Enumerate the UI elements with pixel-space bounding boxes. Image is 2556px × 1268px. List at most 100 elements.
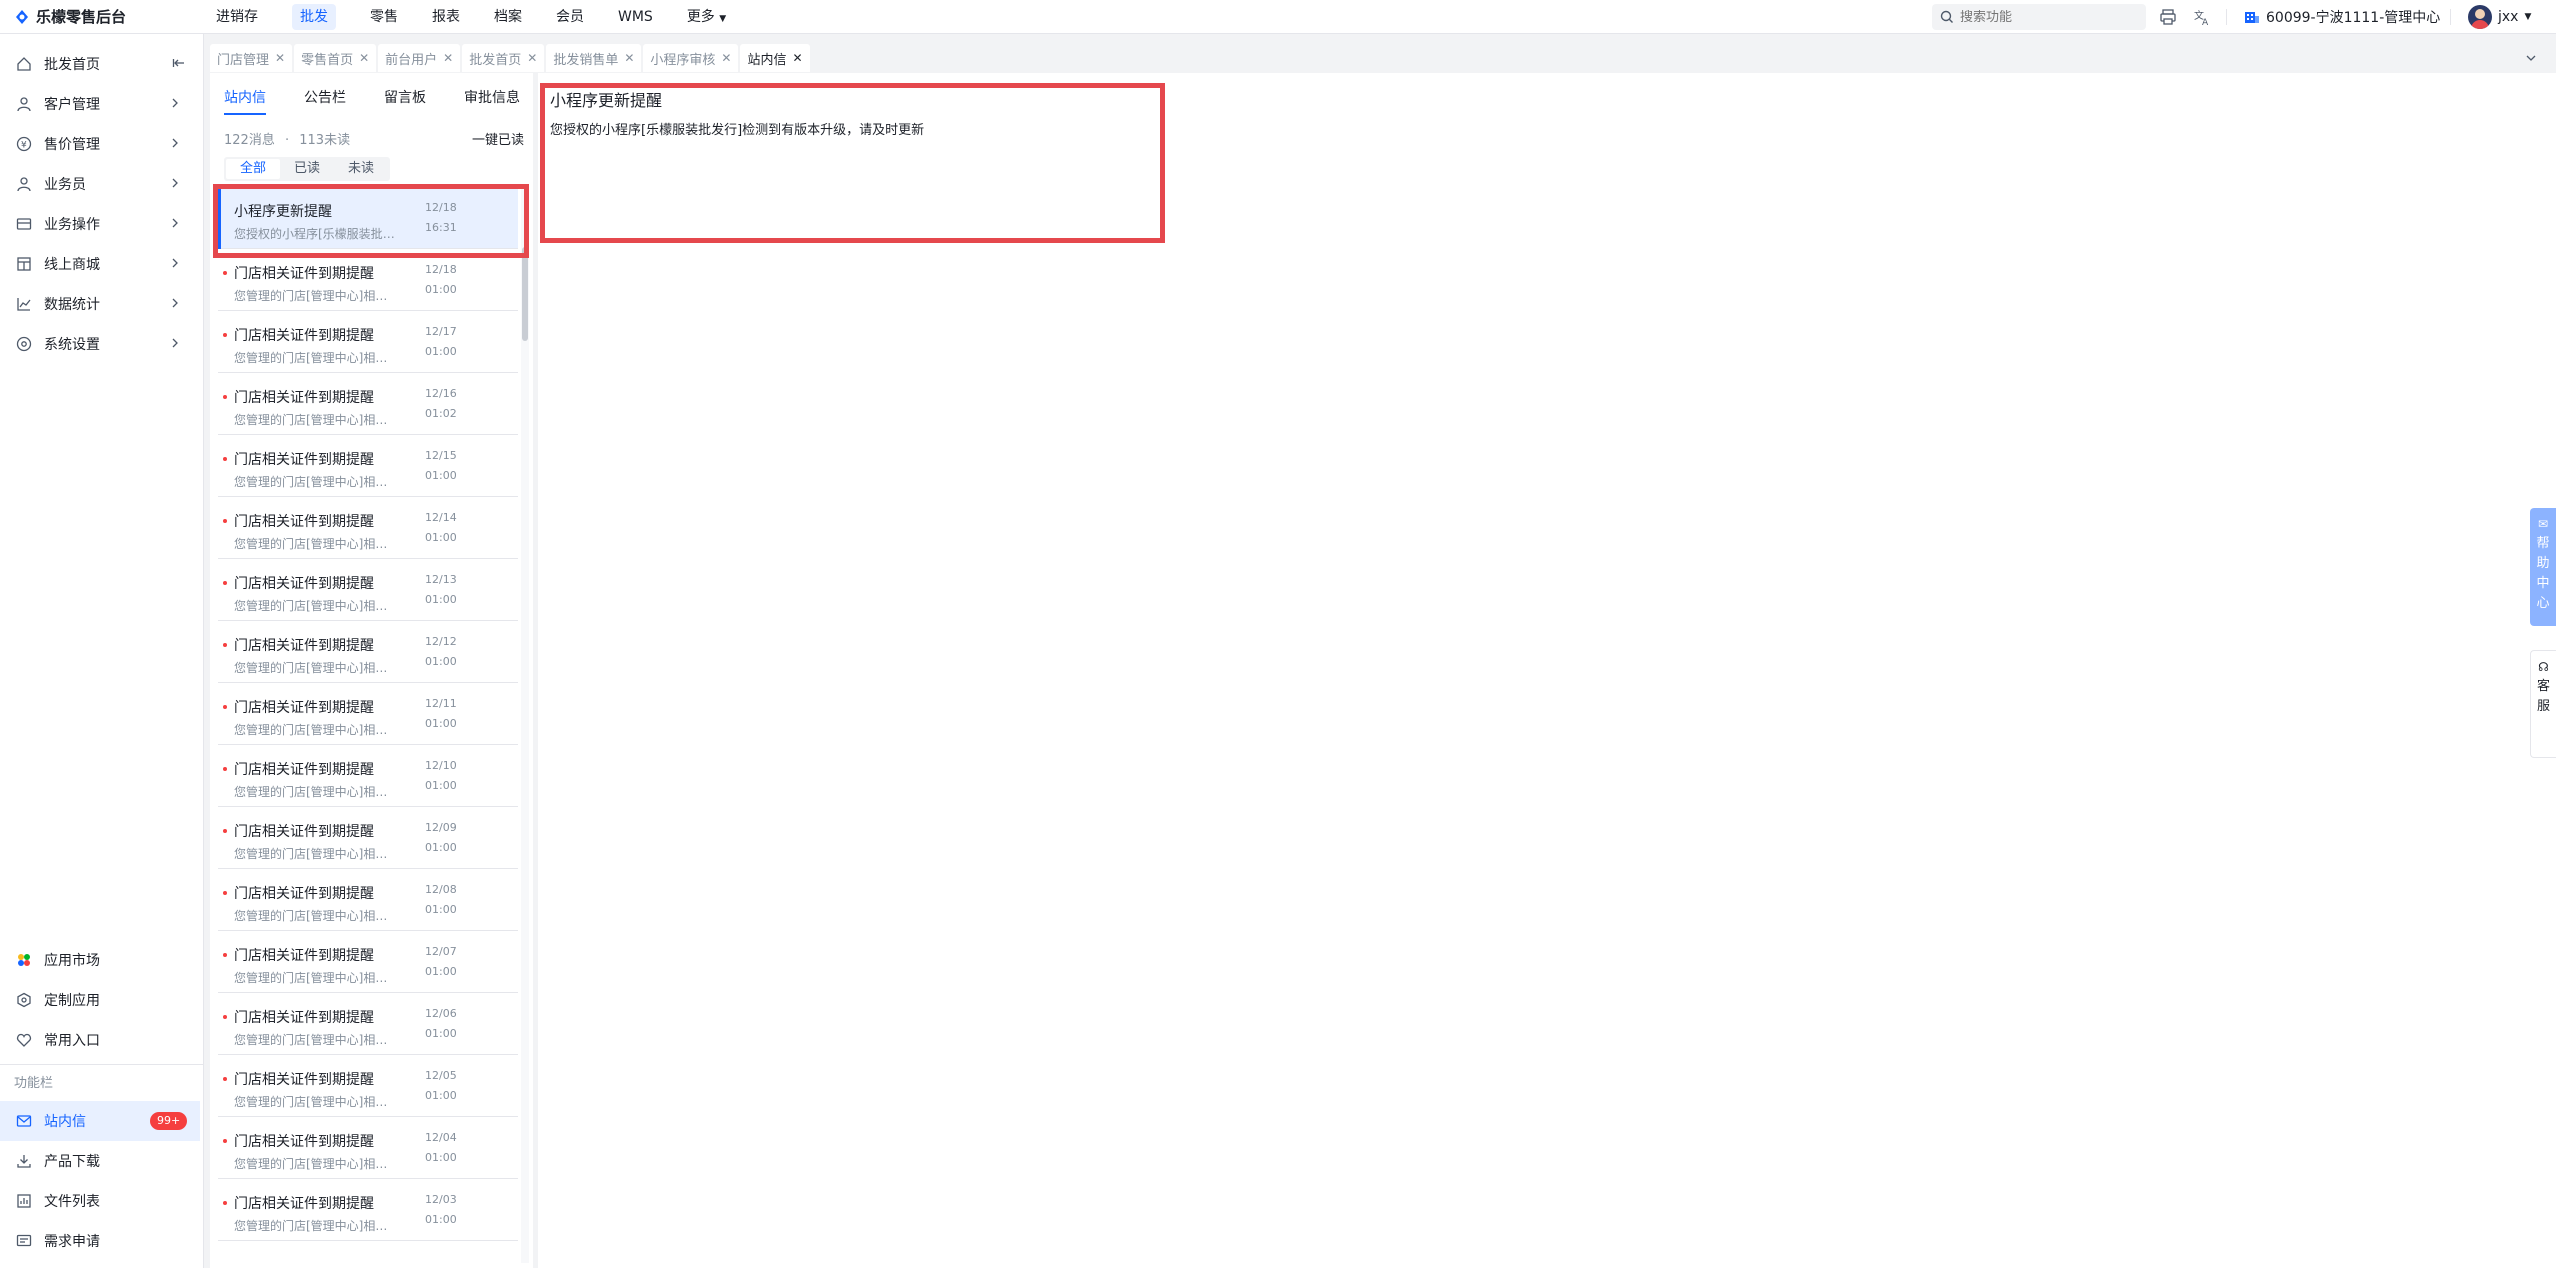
sidebar-item-salesman[interactable]: 业务员: [0, 164, 204, 204]
topnav-item-wms[interactable]: WMS: [606, 0, 665, 34]
message-item[interactable]: 门店相关证件到期提醒您管理的门店[管理中心]相关证件即将到期 12/06 01:00: [218, 993, 518, 1055]
customer-service-button[interactable]: ☊ 客服: [2530, 650, 2556, 758]
topnav-item-more[interactable]: 更多 ▼: [675, 0, 738, 34]
message-item[interactable]: 门店相关证件到期提醒您管理的门店[管理中心]相关证件即将到期 12/07 01:00: [218, 931, 518, 993]
topnav-item-member[interactable]: 会员: [544, 0, 596, 34]
message-time: 01:00: [425, 717, 457, 730]
close-icon[interactable]: ✕: [792, 51, 802, 65]
tab-inbox-messages[interactable]: 站内信: [224, 87, 266, 115]
settings-icon: [14, 334, 34, 354]
message-item[interactable]: 门店相关证件到期提醒您管理的门店[管理中心]相关证件即将到期 12/18 01:00: [218, 249, 518, 311]
message-title: 门店相关证件到期提醒: [234, 762, 374, 778]
topnav-item-reports[interactable]: 报表: [420, 0, 472, 34]
filter-all[interactable]: 全部: [226, 159, 281, 179]
message-item[interactable]: 门店相关证件到期提醒您管理的门店[管理中心]相关证件即将到期 12/12 01:00: [218, 621, 518, 683]
sidebar-item-file-list[interactable]: 文件列表: [0, 1181, 204, 1221]
translate-icon[interactable]: 文A: [2192, 7, 2212, 27]
message-date: 12/13: [425, 573, 457, 586]
message-title: 门店相关证件到期提醒: [234, 1196, 374, 1212]
close-icon[interactable]: ✕: [624, 51, 634, 65]
message-date: 12/09: [425, 821, 457, 834]
message-item[interactable]: 门店相关证件到期提醒您管理的门店[管理中心]相关证件即将到期 12/15 01:00: [218, 435, 518, 497]
sidebar-item-wholesale-home[interactable]: 批发首页: [0, 44, 204, 84]
message-time: 01:00: [425, 345, 457, 358]
tab-store-management[interactable]: 门店管理 ✕: [210, 44, 293, 72]
sidebar-item-label: 产品下载: [44, 1154, 100, 1170]
sidebar-item-download[interactable]: 产品下载: [0, 1141, 204, 1181]
close-icon[interactable]: ✕: [443, 51, 453, 65]
message-item[interactable]: 门店相关证件到期提醒您管理的门店[管理中心]相关证件即将到期 12/08 01:00: [218, 869, 518, 931]
filter-read[interactable]: 已读: [280, 159, 334, 179]
tab-inbox[interactable]: 站内信 ✕: [740, 44, 810, 72]
tab-message-board[interactable]: 留言板: [384, 87, 426, 115]
user-menu[interactable]: jxx ▼: [2468, 0, 2531, 34]
close-icon[interactable]: ✕: [275, 51, 285, 65]
print-icon[interactable]: [2158, 7, 2178, 27]
home-icon: [14, 54, 34, 74]
message-list-scrollbar[interactable]: [521, 187, 529, 1263]
tab-announcements[interactable]: 公告栏: [304, 87, 346, 115]
filter-unread[interactable]: 未读: [334, 159, 388, 179]
message-item[interactable]: 门店相关证件到期提醒您管理的门店[管理中心]相关证件即将到期 12/09 01:00: [218, 807, 518, 869]
message-item[interactable]: 门店相关证件到期提醒您管理的门店[管理中心]相关证件即将到期 12/03 01:00: [218, 1179, 518, 1241]
chevron-right-icon: [172, 178, 178, 188]
sidebar-item-favorites[interactable]: 常用入口: [0, 1020, 204, 1060]
sidebar-item-settings[interactable]: 系统设置: [0, 324, 204, 364]
topnav-item-archive[interactable]: 档案: [482, 0, 534, 34]
search-box[interactable]: [1932, 4, 2146, 30]
help-center-button[interactable]: ✉ 帮助中心: [2530, 508, 2556, 626]
message-time: 01:00: [425, 655, 457, 668]
sidebar-item-label: 业务操作: [44, 217, 100, 233]
tab-wholesale-home[interactable]: 批发首页 ✕: [462, 44, 545, 72]
tab-wholesale-order[interactable]: 批发销售单 ✕: [546, 44, 642, 72]
sidebar-item-label: 常用入口: [44, 1033, 100, 1049]
message-preview: 您管理的门店[管理中心]相关证件即将到期: [234, 909, 396, 923]
tab-retail-home[interactable]: 零售首页 ✕: [294, 44, 377, 72]
message-item[interactable]: 门店相关证件到期提醒您管理的门店[管理中心]相关证件即将到期 12/14 01:00: [218, 497, 518, 559]
scrollbar-thumb[interactable]: [522, 247, 528, 341]
close-icon[interactable]: ✕: [527, 51, 537, 65]
message-preview: 您管理的门店[管理中心]相关证件即将到期: [234, 537, 396, 551]
topnav-item-inventory[interactable]: 进销存: [204, 0, 270, 34]
message-title: 门店相关证件到期提醒: [234, 824, 374, 840]
sidebar-item-request[interactable]: 需求申请: [0, 1221, 204, 1261]
org-label: 60099-宁波1111-管理中心: [2266, 10, 2441, 26]
sidebar-item-price[interactable]: ¥ 售价管理: [0, 124, 204, 164]
sidebar-item-customer[interactable]: 客户管理: [0, 84, 204, 124]
topnav-item-wholesale[interactable]: 批发: [280, 0, 348, 34]
topnav-item-retail[interactable]: 零售: [358, 0, 410, 34]
request-icon: [14, 1231, 34, 1251]
collapse-sidebar-icon[interactable]: [172, 56, 186, 70]
sidebar-item-inbox[interactable]: 站内信 99+: [0, 1101, 200, 1141]
sidebar-item-operation[interactable]: 业务操作: [0, 204, 204, 244]
search-input[interactable]: [1960, 9, 2140, 25]
message-preview: 您管理的门店[管理中心]相关证件即将到期: [234, 723, 396, 737]
message-item[interactable]: 门店相关证件到期提醒您管理的门店[管理中心]相关证件即将到期 12/17 01:00: [218, 311, 518, 373]
sidebar-item-app-market[interactable]: 应用市场: [0, 940, 204, 980]
sidebar-item-custom-app[interactable]: 定制应用: [0, 980, 204, 1020]
message-preview: 您管理的门店[管理中心]相关证件即将到期: [234, 785, 396, 799]
tabs-more-button[interactable]: [2520, 48, 2542, 68]
tab-approvals[interactable]: 审批信息: [464, 87, 520, 115]
message-title: 门店相关证件到期提醒: [234, 266, 374, 282]
message-date: 12/10: [425, 759, 457, 772]
tab-miniprogram-review[interactable]: 小程序审核 ✕: [643, 44, 739, 72]
message-preview: 您管理的门店[管理中心]相关证件即将到期: [234, 413, 396, 427]
sidebar-item-label: 售价管理: [44, 137, 100, 153]
message-item[interactable]: 门店相关证件到期提醒您管理的门店[管理中心]相关证件即将到期 12/11 01:00: [218, 683, 518, 745]
mark-all-read-button[interactable]: 一键已读: [472, 129, 524, 148]
message-item[interactable]: 门店相关证件到期提醒您管理的门店[管理中心]相关证件即将到期 12/10 01:00: [218, 745, 518, 807]
message-item[interactable]: 门店相关证件到期提醒您管理的门店[管理中心]相关证件即将到期 12/04 01:00: [218, 1117, 518, 1179]
close-icon[interactable]: ✕: [359, 51, 369, 65]
app-logo[interactable]: 乐檬零售后台: [14, 6, 126, 27]
message-item[interactable]: 门店相关证件到期提醒您管理的门店[管理中心]相关证件即将到期 12/13 01:00: [218, 559, 518, 621]
message-item[interactable]: 门店相关证件到期提醒您管理的门店[管理中心]相关证件即将到期 12/05 01:00: [218, 1055, 518, 1117]
org-switcher[interactable]: 60099-宁波1111-管理中心: [2244, 0, 2440, 34]
message-item[interactable]: 门店相关证件到期提醒您管理的门店[管理中心]相关证件即将到期 12/16 01:02: [218, 373, 518, 435]
message-title: 门店相关证件到期提醒: [234, 700, 374, 716]
sidebar-item-statistics[interactable]: 数据统计: [0, 284, 204, 324]
sidebar-item-online-store[interactable]: 线上商城: [0, 244, 204, 284]
tab-front-users[interactable]: 前台用户 ✕: [378, 44, 461, 72]
close-icon[interactable]: ✕: [721, 51, 731, 65]
message-date: 12/18: [425, 263, 457, 276]
